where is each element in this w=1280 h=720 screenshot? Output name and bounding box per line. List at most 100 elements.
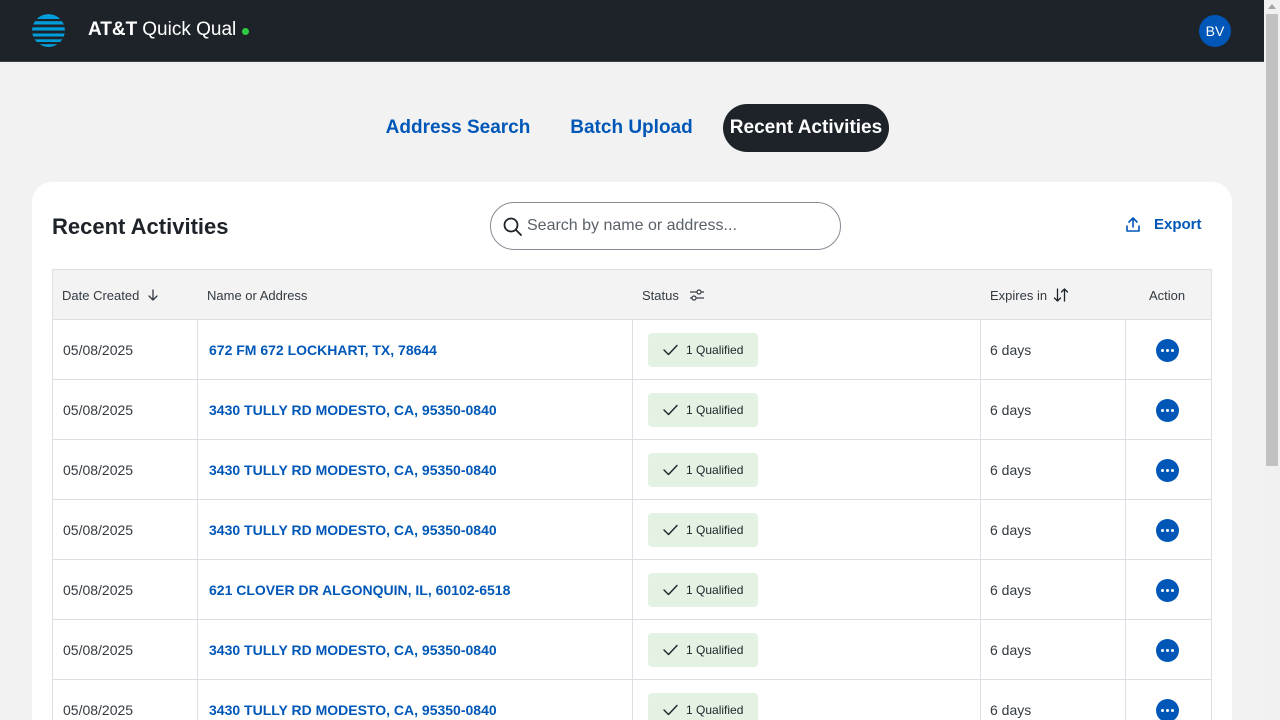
row-address-link[interactable]: 621 CLOVER DR ALGONQUIN, IL, 60102-6518 xyxy=(209,582,510,598)
filter-sliders-icon[interactable] xyxy=(689,289,705,301)
main-tabs: Address Search Batch Upload Recent Activ… xyxy=(0,104,1264,152)
column-divider xyxy=(197,500,198,560)
col-action: Action xyxy=(1149,270,1185,320)
col-status: Status xyxy=(642,270,705,320)
row-address-link[interactable]: 672 FM 672 LOCKHART, TX, 78644 xyxy=(209,342,437,358)
tab-batch-upload[interactable]: Batch Upload xyxy=(564,104,699,152)
table-row: 05/08/2025 3430 TULLY RD MODESTO, CA, 95… xyxy=(53,440,1211,500)
checkmark-icon xyxy=(663,344,678,356)
more-options-icon[interactable] xyxy=(1156,458,1179,482)
status-label: 1 Qualified xyxy=(686,703,744,717)
row-status-cell: 1 Qualified xyxy=(648,320,759,380)
tab-address-search[interactable]: Address Search xyxy=(383,104,533,152)
activities-table: Date Created Name or Address Status Expi… xyxy=(52,269,1212,720)
column-divider xyxy=(1125,620,1126,680)
row-action-cell xyxy=(1156,440,1179,500)
row-address-link[interactable]: 3430 TULLY RD MODESTO, CA, 95350-0840 xyxy=(209,702,497,718)
status-label: 1 Qualified xyxy=(686,463,744,477)
checkmark-icon xyxy=(663,644,678,656)
row-action-cell xyxy=(1156,500,1179,560)
sort-arrows-icon[interactable] xyxy=(1053,288,1069,302)
upload-icon xyxy=(1126,217,1140,232)
row-expires: 6 days xyxy=(990,582,1032,598)
row-date: 05/08/2025 xyxy=(63,702,134,718)
status-badge: 1 Qualified xyxy=(648,513,759,547)
checkmark-icon xyxy=(663,704,678,716)
column-divider xyxy=(980,680,981,720)
row-address-link[interactable]: 3430 TULLY RD MODESTO, CA, 95350-0840 xyxy=(209,402,497,418)
column-divider xyxy=(1125,440,1126,500)
table-row: 05/08/2025 3430 TULLY RD MODESTO, CA, 95… xyxy=(53,500,1211,560)
checkmark-icon xyxy=(663,584,678,596)
row-address-link[interactable]: 3430 TULLY RD MODESTO, CA, 95350-0840 xyxy=(209,642,497,658)
col-expires-in[interactable]: Expires in xyxy=(990,270,1069,320)
row-address-cell: 621 CLOVER DR ALGONQUIN, IL, 60102-6518 xyxy=(209,560,510,620)
checkmark-icon xyxy=(663,524,678,536)
column-divider xyxy=(197,560,198,620)
col-date-created-label: Date Created xyxy=(62,287,140,303)
brand-name-rest: Quick Qual xyxy=(142,19,237,40)
table-body: 05/08/2025 672 FM 672 LOCKHART, TX, 7864… xyxy=(53,320,1211,720)
more-options-icon[interactable] xyxy=(1156,578,1179,602)
search-box[interactable] xyxy=(490,202,841,250)
row-status-cell: 1 Qualified xyxy=(648,560,759,620)
scroll-up-arrow-icon[interactable] xyxy=(1268,4,1276,9)
status-label: 1 Qualified xyxy=(686,523,744,537)
page-scrollbar[interactable] xyxy=(1264,0,1280,720)
row-date: 05/08/2025 xyxy=(63,342,134,358)
row-action-cell xyxy=(1156,320,1179,380)
status-label: 1 Qualified xyxy=(686,643,744,657)
table-row: 05/08/2025 621 CLOVER DR ALGONQUIN, IL, … xyxy=(53,560,1211,620)
app-brand[interactable]: AT&T Quick Qual xyxy=(88,19,250,41)
row-status-cell: 1 Qualified xyxy=(648,380,759,440)
scroll-thumb[interactable] xyxy=(1266,14,1278,466)
row-status-cell: 1 Qualified xyxy=(648,440,759,500)
status-badge: 1 Qualified xyxy=(648,453,759,487)
search-input[interactable] xyxy=(527,205,827,247)
status-badge: 1 Qualified xyxy=(648,393,759,427)
more-options-icon[interactable] xyxy=(1156,338,1179,362)
status-label: 1 Qualified xyxy=(686,403,744,417)
row-address-cell: 3430 TULLY RD MODESTO, CA, 95350-0840 xyxy=(209,380,497,440)
col-status-label: Status xyxy=(642,287,679,303)
row-address-cell: 3430 TULLY RD MODESTO, CA, 95350-0840 xyxy=(209,500,497,560)
row-address-cell: 3430 TULLY RD MODESTO, CA, 95350-0840 xyxy=(209,620,497,680)
column-divider xyxy=(632,680,633,720)
more-options-icon[interactable] xyxy=(1156,698,1179,720)
panel-title: Recent Activities xyxy=(52,214,229,239)
column-divider xyxy=(1125,320,1126,380)
arrow-down-icon[interactable] xyxy=(148,289,158,301)
column-divider xyxy=(632,320,633,380)
table-row: 05/08/2025 672 FM 672 LOCKHART, TX, 7864… xyxy=(53,320,1211,380)
column-divider xyxy=(197,320,198,380)
tab-recent-activities[interactable]: Recent Activities xyxy=(723,104,889,152)
column-divider xyxy=(980,380,981,440)
col-expires-in-label: Expires in xyxy=(990,287,1048,303)
export-label: Export xyxy=(1154,216,1202,233)
column-divider xyxy=(980,440,981,500)
top-header: AT&T Quick Qual BV xyxy=(0,0,1264,62)
column-divider xyxy=(197,680,198,720)
column-divider xyxy=(980,320,981,380)
status-badge: 1 Qualified xyxy=(648,633,759,667)
column-divider xyxy=(632,440,633,500)
att-globe-icon[interactable] xyxy=(32,14,65,47)
user-avatar[interactable]: BV xyxy=(1199,15,1231,47)
status-label: 1 Qualified xyxy=(686,343,744,357)
row-address-link[interactable]: 3430 TULLY RD MODESTO, CA, 95350-0840 xyxy=(209,522,497,538)
status-badge: 1 Qualified xyxy=(648,333,759,367)
column-divider xyxy=(632,500,633,560)
column-divider xyxy=(980,620,981,680)
search-icon xyxy=(503,217,522,236)
row-address-link[interactable]: 3430 TULLY RD MODESTO, CA, 95350-0840 xyxy=(209,462,497,478)
more-options-icon[interactable] xyxy=(1156,638,1179,662)
column-divider xyxy=(1125,560,1126,620)
recent-activities-panel: Recent Activities Export Date Created Na… xyxy=(32,182,1232,720)
more-options-icon[interactable] xyxy=(1156,398,1179,422)
row-address-cell: 3430 TULLY RD MODESTO, CA, 95350-0840 xyxy=(209,440,497,500)
col-date-created[interactable]: Date Created xyxy=(62,270,158,320)
more-options-icon[interactable] xyxy=(1156,518,1179,542)
row-expires: 6 days xyxy=(990,402,1032,418)
export-button[interactable]: Export xyxy=(1126,216,1202,233)
row-action-cell xyxy=(1156,560,1179,620)
